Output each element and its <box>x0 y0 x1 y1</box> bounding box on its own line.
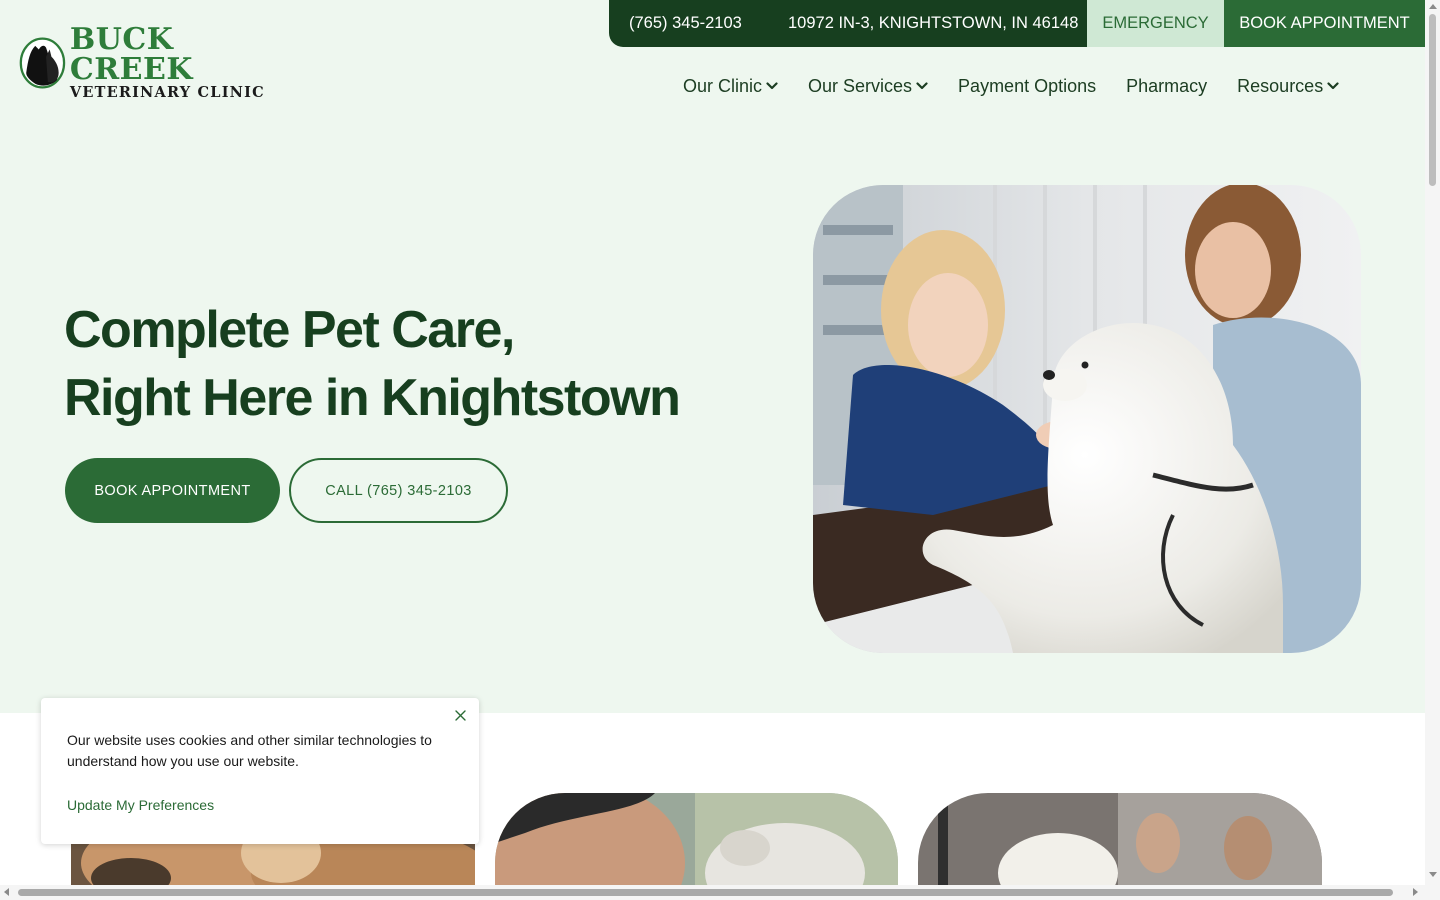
horizontal-scroll-thumb[interactable] <box>18 889 1393 896</box>
emergency-button[interactable]: EMERGENCY <box>1087 0 1224 47</box>
top-utility-bar: (765) 345-2103 10972 IN-3, KNIGHTSTOWN, … <box>609 0 1425 47</box>
call-button[interactable]: CALL (765) 345-2103 <box>289 458 508 523</box>
service-card-image-3[interactable] <box>918 793 1322 885</box>
service-card-image-2[interactable] <box>495 793 898 885</box>
scroll-down-arrow-icon[interactable] <box>1429 872 1437 877</box>
logo-name: BUCK CREEK <box>69 22 193 87</box>
vet-with-dog-image <box>813 185 1361 653</box>
dog-cat-silhouette-icon <box>19 37 66 89</box>
man-with-dog-image <box>495 793 898 885</box>
hero-photo <box>813 185 1361 653</box>
car-with-pets-image <box>918 793 1322 885</box>
topbar-address-link[interactable]: 10972 IN-3, KNIGHTSTOWN, IN 46148 <box>768 0 1087 47</box>
main-nav: Our Clinic Our Services Payment Options … <box>683 74 1339 98</box>
nav-item-pharmacy[interactable]: Pharmacy <box>1126 76 1207 97</box>
topbar-phone-link[interactable]: (765) 345-2103 <box>609 0 768 47</box>
scroll-right-arrow-icon[interactable] <box>1413 888 1418 896</box>
topbar-book-appointment-button[interactable]: BOOK APPOINTMENT <box>1224 0 1425 47</box>
nav-item-label: Pharmacy <box>1126 75 1208 96</box>
cookie-banner: Our website uses cookies and other simil… <box>41 698 479 844</box>
chevron-down-icon <box>766 82 778 90</box>
hero-headline-line1: Complete Pet Care, <box>64 301 515 359</box>
nav-item-our-clinic[interactable]: Our Clinic <box>683 76 778 97</box>
cookie-message: Our website uses cookies and other simil… <box>67 732 432 769</box>
nav-item-label: Payment Options <box>958 75 1097 96</box>
nav-item-label: Our Clinic <box>683 75 763 96</box>
update-preferences-link[interactable]: Update My Preferences <box>67 797 214 813</box>
close-glyph <box>454 709 466 721</box>
nav-item-label: Our Services <box>808 75 913 96</box>
nav-item-payment-options[interactable]: Payment Options <box>958 76 1096 97</box>
vertical-scrollbar[interactable] <box>1425 0 1440 885</box>
hero-headline: Complete Pet Care, Right Here in Knights… <box>64 296 764 432</box>
hero-headline-line2: Right Here in Knightstown <box>64 369 681 427</box>
logo-subtitle: VETERINARY CLINIC <box>69 84 265 101</box>
scrollbar-corner <box>1425 885 1440 900</box>
vertical-scroll-thumb[interactable] <box>1429 14 1436 186</box>
scroll-left-arrow-icon[interactable] <box>4 888 9 896</box>
logo-text: BUCK CREEK VETERINARY CLINIC <box>70 25 284 101</box>
chevron-down-icon <box>916 82 928 90</box>
horizontal-scrollbar[interactable] <box>0 885 1425 900</box>
nav-item-resources[interactable]: Resources <box>1237 76 1339 97</box>
logo[interactable]: BUCK CREEK VETERINARY CLINIC <box>19 25 284 101</box>
chevron-down-icon <box>1327 82 1339 90</box>
nav-item-label: Resources <box>1237 75 1324 96</box>
scroll-up-arrow-icon[interactable] <box>1429 4 1437 9</box>
page: BUCK CREEK VETERINARY CLINIC (765) 345-2… <box>0 0 1425 885</box>
close-icon[interactable] <box>453 708 467 722</box>
nav-item-our-services[interactable]: Our Services <box>808 76 928 97</box>
book-appointment-button[interactable]: BOOK APPOINTMENT <box>65 458 280 523</box>
